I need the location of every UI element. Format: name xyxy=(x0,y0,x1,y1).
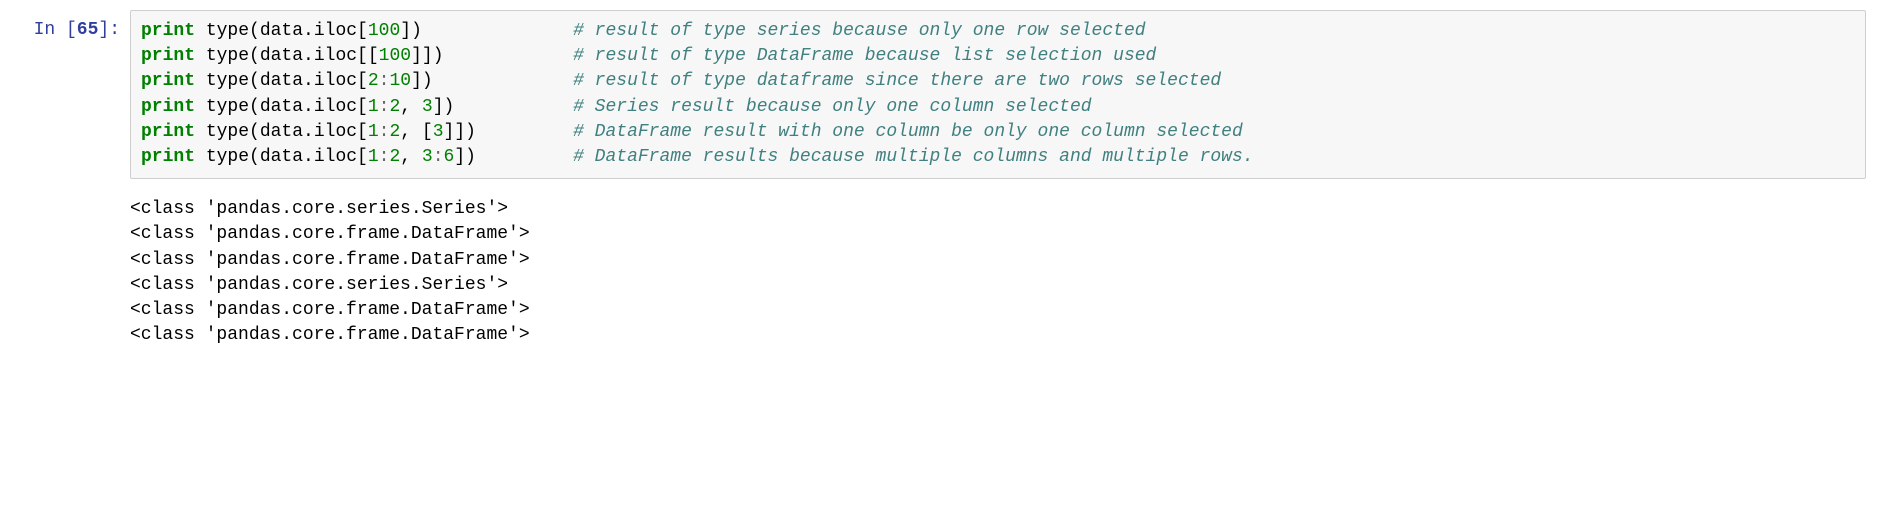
code-args: 2:10 xyxy=(368,71,411,91)
code-text: ]) xyxy=(454,147,476,167)
keyword-print: print xyxy=(141,21,195,41)
code-line: print type(data.iloc[1:2, [3]]) # DataFra… xyxy=(141,120,1855,145)
input-prompt: In [65]: xyxy=(20,10,130,179)
code-text: type(data.iloc[ xyxy=(195,21,368,41)
code-text: type(data.iloc[ xyxy=(195,147,368,167)
code-text: type(data.iloc[ xyxy=(195,71,368,91)
code-args: 1:2, [3] xyxy=(368,122,455,142)
code-comment: # DataFrame result with one column be on… xyxy=(573,120,1243,145)
output-area: <class 'pandas.core.series.Series'> <cla… xyxy=(130,189,1866,348)
code-cell: In [65]: print type(data.iloc[100])# res… xyxy=(20,10,1866,179)
code-line: print type(data.iloc[1:2, 3]) # Series re… xyxy=(141,95,1855,120)
prompt-in-label: In [ xyxy=(34,20,77,40)
output-cell: <class 'pandas.core.series.Series'> <cla… xyxy=(20,189,1866,348)
output-line: <class 'pandas.core.frame.DataFrame'> xyxy=(130,323,1856,348)
code-text: type(data.iloc[[ xyxy=(195,46,379,66)
code-args: 1:2, 3:6 xyxy=(368,147,455,167)
code-args: 1:2, 3 xyxy=(368,97,433,117)
code-line: print type(data.iloc[1:2, 3:6]) # DataFra… xyxy=(141,145,1855,170)
code-text: type(data.iloc[ xyxy=(195,97,368,117)
code-text: ]) xyxy=(433,97,455,117)
code-text: ]) xyxy=(454,122,476,142)
code-comment: # result of type series because only one… xyxy=(573,19,1146,44)
prompt-number: 65 xyxy=(77,20,99,40)
output-line: <class 'pandas.core.frame.DataFrame'> xyxy=(130,248,1856,273)
prompt-suffix: ]: xyxy=(98,20,120,40)
code-text: ]) xyxy=(400,21,422,41)
code-line: print type(data.iloc[2:10]) # result of t… xyxy=(141,69,1855,94)
code-comment: # result of type DataFrame because list … xyxy=(573,44,1156,69)
code-comment: # Series result because only one column … xyxy=(573,95,1091,120)
keyword-print: print xyxy=(141,97,195,117)
code-text: ]]) xyxy=(411,46,443,66)
code-line: print type(data.iloc[[100]]) # result of … xyxy=(141,44,1855,69)
code-text: type(data.iloc[ xyxy=(195,122,368,142)
code-args: 100 xyxy=(368,21,400,41)
output-line: <class 'pandas.core.series.Series'> xyxy=(130,197,1856,222)
code-comment: # DataFrame results because multiple col… xyxy=(573,145,1254,170)
keyword-print: print xyxy=(141,122,195,142)
code-line: print type(data.iloc[100]) # result of ty… xyxy=(141,19,1855,44)
output-line: <class 'pandas.core.frame.DataFrame'> xyxy=(130,298,1856,323)
code-comment: # result of type dataframe since there a… xyxy=(573,69,1221,94)
output-line: <class 'pandas.core.series.Series'> xyxy=(130,273,1856,298)
keyword-print: print xyxy=(141,46,195,66)
code-text: ]) xyxy=(411,71,433,91)
keyword-print: print xyxy=(141,147,195,167)
code-input-area[interactable]: print type(data.iloc[100])# result of ty… xyxy=(130,10,1866,179)
code-args: 100 xyxy=(379,46,411,66)
keyword-print: print xyxy=(141,71,195,91)
output-prompt-spacer xyxy=(20,189,130,348)
output-line: <class 'pandas.core.frame.DataFrame'> xyxy=(130,222,1856,247)
